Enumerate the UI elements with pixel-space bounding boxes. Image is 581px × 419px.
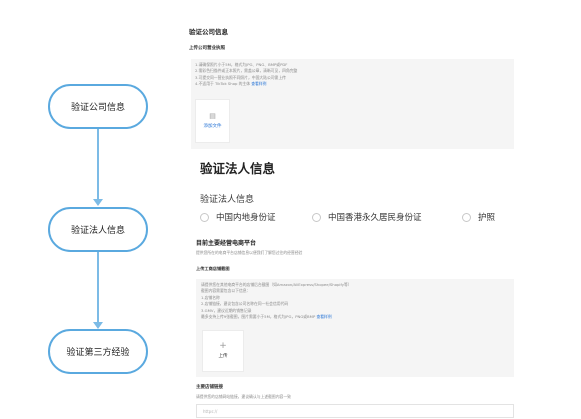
flow-step-verify-company: 验证公司信息 [48,84,148,129]
store-link-input[interactable]: https:// [196,404,514,418]
radio-circle[interactable] [200,212,209,222]
legal-section-title: 验证法人信息 [200,161,276,176]
license-upload-panel: 1.请确保照片小于5M，格式为JPG、PNG、BMP或PDF 2.需彩色扫描件或… [191,59,514,149]
plus-icon: + [219,341,227,351]
company-section-title: 验证公司信息 [189,28,228,36]
radio-label: 护照 [478,213,496,223]
upload-file-icon: ▤ [209,112,216,120]
flow-connector [97,252,99,322]
radio-mainland-id[interactable]: 中国内地身份证 [200,211,276,223]
arrow-down-icon [93,322,103,329]
legal-subtitle: 验证法人信息 [200,195,255,205]
view-sample-link[interactable]: 查看样例 [251,81,266,86]
radio-label: 中国香港永久居民身份证 [328,213,422,223]
add-file-button[interactable]: ▤ 添加文件 [195,99,230,143]
view-sample-link[interactable]: 查看样例 [316,314,331,319]
screenshot-upload-label: 上传工商店铺截图 [196,266,230,271]
flow-step-label: 验证第三方经验 [66,348,130,358]
flow-step-label: 验证公司信息 [70,103,125,113]
note-line: 2.需彩色扫描件或正本照片，需盖公章，清晰可见，四角完整 [195,68,298,74]
license-upload-label: 上传公司营业执照 [189,46,225,51]
flow-step-verify-third-party: 验证第三方经验 [48,329,148,374]
arrow-down-icon [93,199,103,206]
add-file-label: 添加文件 [203,124,222,129]
upload-label: 上传 [218,354,228,359]
upload-screenshot-button[interactable]: + 上传 [202,330,244,372]
note-text: 最多支持上传9张截图，图片需要小于5M，格式为JPG，PNG或BMP [201,314,316,320]
flow-connector [97,129,99,199]
radio-passport[interactable]: 护照 [462,211,495,223]
radio-circle[interactable] [462,212,471,222]
screenshot-upload-panel: 请提供您在其他电商平台的店铺后台截图（如Amazon/AliExpress/Sh… [196,279,514,377]
radio-hk-permanent-id[interactable]: 中国香港永久居民身份证 [312,211,422,223]
platform-section-title: 目前主要经营电商平台 [196,240,257,247]
note-line: 4.不适用于 TikTok Shop 的主体 查看样例 [195,81,297,87]
note-text: 4.不适用于 TikTok Shop 的主体 [195,81,251,87]
flow-step-verify-legal-person: 验证法人信息 [48,207,148,252]
note-line: 最多支持上传9张截图，图片需要小于5M，格式为JPG，PNG或BMP 查看样例 [201,314,352,320]
flow-step-label: 验证法人信息 [70,226,125,236]
radio-circle[interactable] [312,212,321,222]
radio-label: 中国内地身份证 [216,213,276,223]
store-link-description: 请提供您的店铺网站链接，建议确认与上述截图内容一致 [196,394,291,399]
platform-description: 提供您所在的电商平台店铺信息以便我们了解您过往的经营经验 [196,250,303,255]
store-link-placeholder: https:// [203,409,218,414]
store-link-label: 主要店铺链接 [196,385,223,390]
